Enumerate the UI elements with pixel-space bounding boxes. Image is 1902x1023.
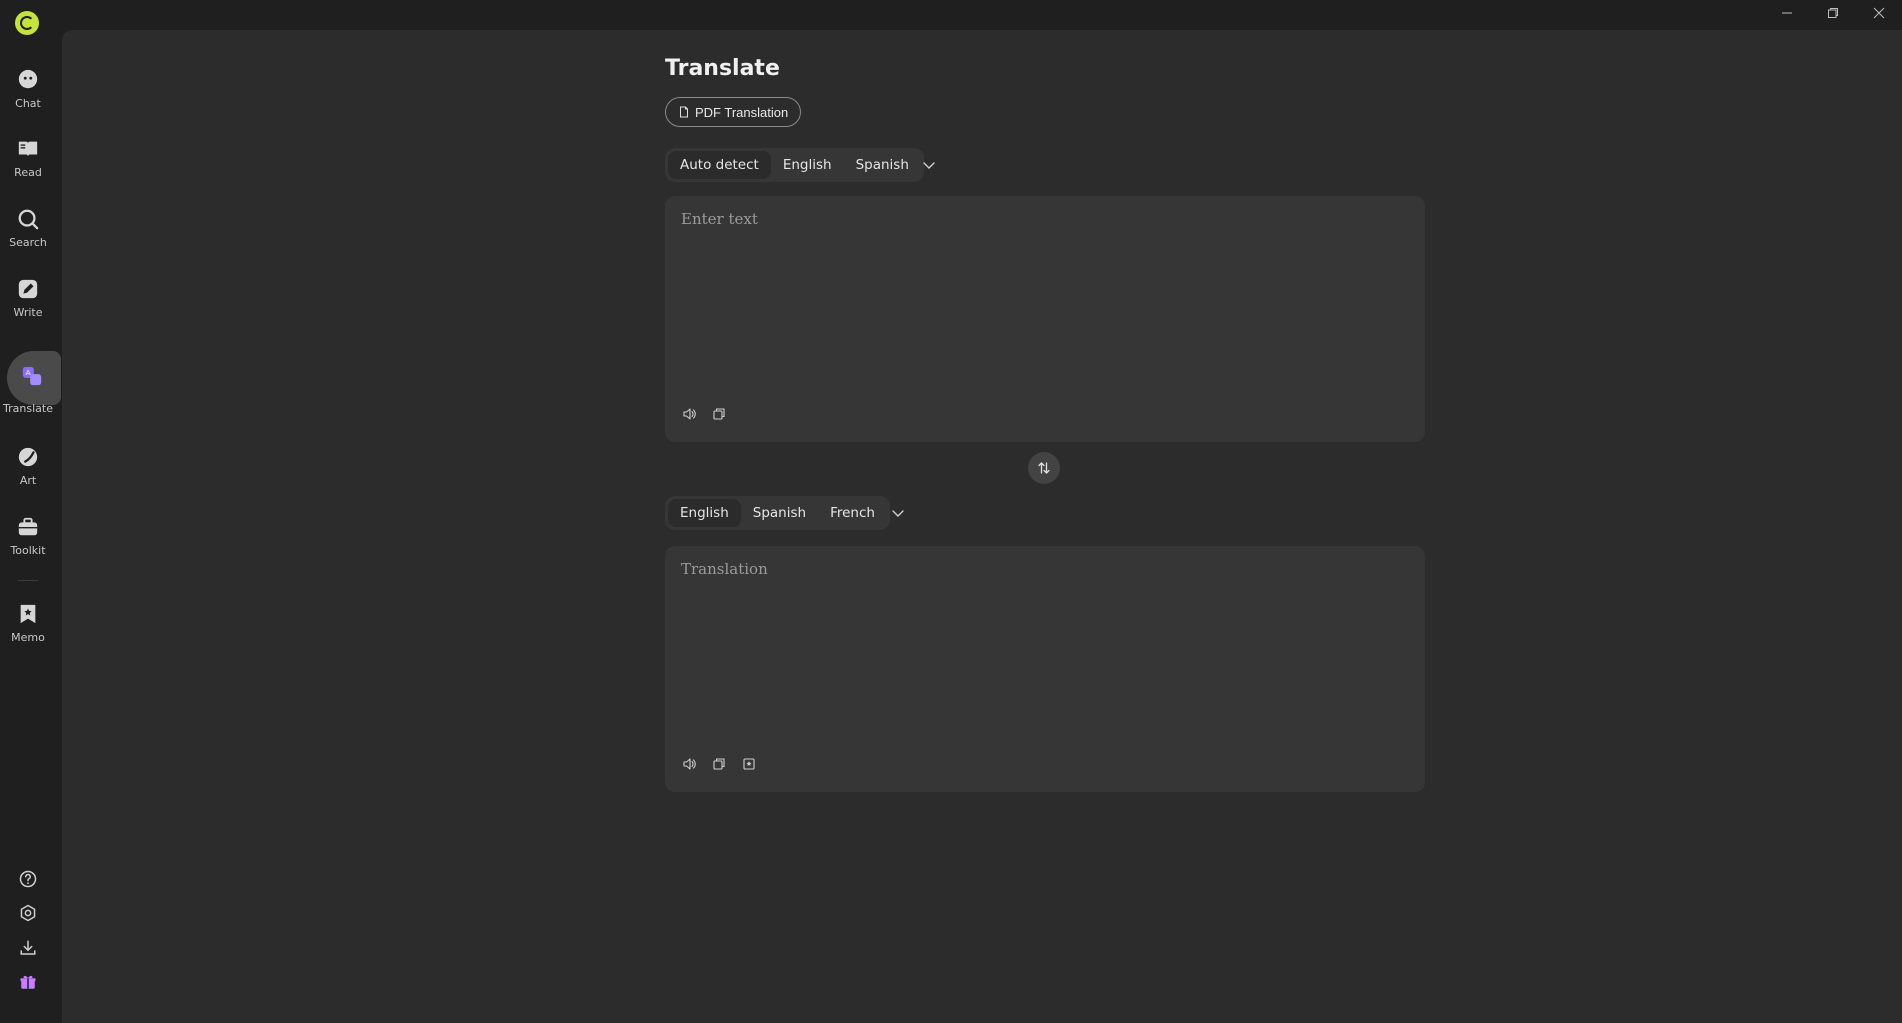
sidebar-item-search[interactable]: Search: [0, 207, 56, 249]
translation-text-panel: [665, 546, 1425, 792]
close-icon[interactable]: [1856, 0, 1902, 26]
translate-content: Translate PDF Translation Auto detect En…: [665, 56, 1425, 792]
sidebar-item-memo[interactable]: Memo: [0, 602, 56, 644]
source-language-dropdown[interactable]: [918, 154, 940, 176]
sidebar-item-read[interactable]: Read: [0, 137, 56, 179]
sidebar-item-label: Translate: [3, 402, 53, 415]
source-language-bar: Auto detect English Spanish: [665, 148, 924, 182]
document-icon: [680, 106, 688, 118]
bookmark-star-icon: [16, 602, 40, 626]
translate-icon: A: [20, 364, 44, 388]
target-language-bar: English Spanish French: [665, 496, 890, 530]
source-tools: [681, 406, 727, 422]
target-tab-english[interactable]: English: [668, 499, 741, 527]
sidebar-item-write[interactable]: Write: [0, 277, 56, 319]
window-controls: [1764, 0, 1902, 26]
translation-tools: [681, 756, 757, 772]
chat-bubble-icon: [16, 68, 40, 92]
gift-icon[interactable]: [17, 971, 39, 993]
target-tab-spanish[interactable]: Spanish: [741, 499, 818, 527]
sidebar-item-label: Read: [14, 166, 42, 179]
target-tab-french[interactable]: French: [818, 499, 887, 527]
source-text-input[interactable]: [681, 210, 1409, 370]
source-tab-english[interactable]: English: [771, 151, 844, 179]
copy-icon[interactable]: [711, 756, 727, 772]
search-icon: [16, 207, 40, 231]
sidebar-item-translate[interactable]: A Translate: [0, 364, 56, 415]
restore-icon[interactable]: [1810, 0, 1856, 26]
app-logo-icon[interactable]: [15, 11, 39, 35]
sidebar-item-label: Search: [9, 236, 47, 249]
help-icon[interactable]: [17, 868, 39, 890]
page-title: Translate: [665, 56, 780, 81]
pdf-translation-label: PDF Translation: [695, 104, 789, 120]
swap-arrows-icon: [1038, 462, 1050, 474]
settings-icon[interactable]: [17, 902, 39, 924]
book-icon: [16, 137, 40, 161]
swap-languages-button[interactable]: [1028, 452, 1060, 484]
speaker-icon[interactable]: [681, 756, 697, 772]
speaker-icon[interactable]: [681, 406, 697, 422]
source-tab-spanish[interactable]: Spanish: [844, 151, 921, 179]
pdf-translation-button[interactable]: PDF Translation: [665, 97, 802, 127]
sidebar-item-chat[interactable]: Chat: [0, 68, 56, 110]
palette-icon: [16, 445, 40, 469]
copy-icon[interactable]: [711, 406, 727, 422]
sidebar-item-label: Write: [13, 306, 43, 319]
source-tab-auto-detect[interactable]: Auto detect: [668, 151, 771, 179]
minimize-icon[interactable]: [1764, 0, 1810, 26]
sidebar-item-label: Toolkit: [10, 544, 46, 557]
sidebar-divider: [18, 580, 38, 581]
source-text-panel: [665, 196, 1425, 442]
svg-text:A: A: [26, 368, 31, 377]
save-memo-icon[interactable]: [741, 756, 757, 772]
chevron-down-icon: [923, 162, 935, 169]
chevron-down-icon: [892, 510, 904, 517]
sidebar-item-label: Memo: [11, 631, 45, 644]
sidebar-item-art[interactable]: Art: [0, 445, 56, 487]
sidebar: Chat Read Search Write A Translate Art T…: [0, 0, 62, 1023]
sidebar-item-label: Chat: [15, 97, 41, 110]
briefcase-icon: [16, 515, 40, 539]
target-language-dropdown[interactable]: [887, 502, 909, 524]
translation-output[interactable]: [681, 560, 1409, 720]
sidebar-item-toolkit[interactable]: Toolkit: [0, 515, 56, 557]
download-icon[interactable]: [17, 937, 39, 959]
main-panel: Translate PDF Translation Auto detect En…: [62, 7, 1902, 1023]
pencil-icon: [16, 277, 40, 301]
sidebar-item-label: Art: [19, 474, 37, 487]
